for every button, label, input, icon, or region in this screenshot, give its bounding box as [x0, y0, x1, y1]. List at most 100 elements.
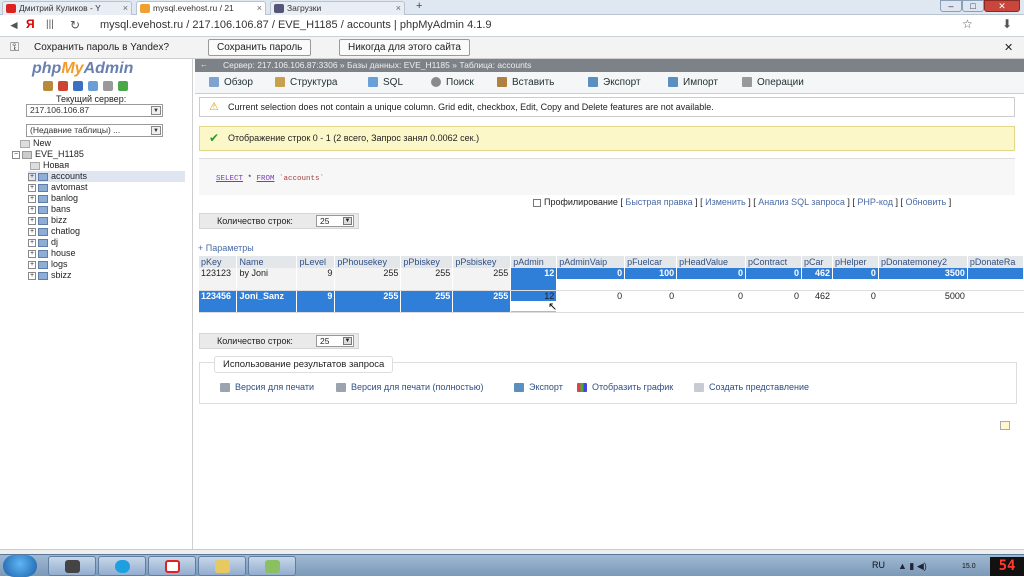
close-icon[interactable]: ✕: [1004, 41, 1013, 54]
table-cell[interactable]: by Joni: [236, 268, 298, 291]
sidebar-table-accounts[interactable]: + accounts: [28, 171, 185, 182]
column-header[interactable]: pAdminVaip: [556, 256, 626, 268]
clock[interactable]: 15.0: [962, 563, 976, 570]
taskbar-app-samp[interactable]: [48, 556, 96, 576]
column-header[interactable]: pPhousekey: [334, 256, 402, 268]
close-icon[interactable]: ×: [123, 2, 128, 15]
sidebar-table-bans[interactable]: + bans: [28, 204, 71, 215]
expand-icon[interactable]: +: [28, 205, 36, 214]
tab-import[interactable]: Импорт: [668, 77, 718, 88]
taskbar-app-notepad[interactable]: [248, 556, 296, 576]
back-arrow-icon[interactable]: ←: [200, 60, 208, 69]
help-icon[interactable]: [73, 81, 83, 91]
expand-icon[interactable]: +: [28, 172, 36, 181]
new-tab-button[interactable]: +: [416, 0, 422, 12]
expand-icon[interactable]: +: [28, 249, 36, 258]
column-header[interactable]: pHeadValue: [676, 256, 747, 268]
tab-browse[interactable]: Обзор: [209, 77, 253, 88]
column-header[interactable]: pAdmin: [510, 256, 558, 268]
close-icon[interactable]: ×: [396, 2, 401, 15]
home-icon[interactable]: [43, 81, 53, 91]
column-header[interactable]: pLevel: [296, 256, 336, 268]
server-select[interactable]: 217.106.106.87 ▼: [26, 104, 163, 117]
table-cell[interactable]: 9: [296, 268, 336, 291]
table-cell[interactable]: 0: [745, 268, 802, 291]
table-cell[interactable]: 123123: [199, 268, 238, 291]
table-cell[interactable]: 255: [400, 268, 454, 291]
downloads-arrow-icon[interactable]: ⬇: [1002, 17, 1012, 31]
table-cell[interactable]: 0: [745, 290, 802, 313]
tab-insert[interactable]: Вставить: [497, 77, 554, 88]
table-cell[interactable]: 0: [556, 268, 626, 291]
tree-new-database[interactable]: New: [20, 138, 51, 149]
php-code-link[interactable]: PHP-код: [857, 197, 893, 207]
tree-database[interactable]: − EVE_H1185: [12, 149, 84, 160]
browser-tab-youtube[interactable]: Дмитрий Куликов - Y ×: [2, 1, 132, 15]
display-chart-link[interactable]: Отобразить график: [577, 382, 673, 393]
tab-export[interactable]: Экспорт: [588, 77, 641, 88]
refresh-link[interactable]: Обновить: [905, 197, 946, 207]
phpmyadmin-logo[interactable]: phpMyAdmin: [32, 60, 133, 78]
console-icon[interactable]: [1000, 421, 1010, 430]
expand-icon[interactable]: +: [28, 227, 36, 236]
language-indicator[interactable]: RU: [872, 560, 885, 570]
column-header[interactable]: pDonatemoney2: [878, 256, 968, 268]
edit-link[interactable]: Изменить: [705, 197, 746, 207]
sidebar-table-sbizz[interactable]: + sbizz: [28, 270, 72, 281]
sidebar-table-house[interactable]: + house: [28, 248, 76, 259]
table-cell[interactable]: 255: [334, 268, 402, 291]
column-header[interactable]: Name: [236, 256, 298, 268]
sidebar-table-logs[interactable]: + logs: [28, 259, 68, 270]
browser-tab-phpmyadmin[interactable]: mysql.evehost.ru / 21 ×: [136, 1, 266, 15]
table-cell[interactable]: 12: [510, 268, 558, 291]
taskbar-app-skype[interactable]: [98, 556, 146, 576]
browser-tab-downloads[interactable]: Загрузки ×: [270, 1, 405, 15]
never-for-site-button[interactable]: Никогда для этого сайта: [339, 39, 470, 56]
table-cell[interactable]: [967, 290, 1024, 313]
table-cell[interactable]: 9: [296, 290, 336, 313]
table-cell[interactable]: 100: [624, 268, 678, 291]
table-cell[interactable]: 0: [832, 290, 879, 313]
back-icon[interactable]: ◄: [8, 18, 20, 32]
sidebar-table-avtomast[interactable]: + avtomast: [28, 182, 88, 193]
table-cell[interactable]: 5000: [878, 290, 968, 313]
analyze-sql-link[interactable]: Анализ SQL запроса: [758, 197, 845, 207]
quick-edit-link[interactable]: Быстрая правка: [625, 197, 692, 207]
url-field[interactable]: mysql.evehost.ru / 217.106.106.87 / EVE_…: [100, 19, 492, 31]
table-cell[interactable]: 255: [452, 290, 512, 313]
sidebar-table-chatlog[interactable]: + chatlog: [28, 226, 80, 237]
column-header[interactable]: pContract: [745, 256, 802, 268]
minimize-button[interactable]: –: [940, 0, 962, 12]
column-header[interactable]: pDonateRa: [967, 256, 1024, 268]
table-row[interactable]: 123456 Joni_Sanz 9 255 255 255 12 0 0 0 …: [199, 290, 1024, 313]
reload-icon[interactable]: ↻: [70, 18, 80, 32]
expand-icon[interactable]: +: [28, 238, 36, 247]
taskbar-app-explorer[interactable]: [198, 556, 246, 576]
table-cell[interactable]: 3500: [878, 268, 968, 291]
table-cell[interactable]: 255: [400, 290, 454, 313]
column-header[interactable]: pPsbiskey: [452, 256, 512, 268]
table-cell[interactable]: 255: [452, 268, 512, 291]
table-cell[interactable]: 462: [801, 268, 833, 291]
row-count-select[interactable]: 25 ▼: [316, 215, 354, 227]
table-cell[interactable]: 0: [676, 268, 747, 291]
column-header[interactable]: pFuelcar: [624, 256, 678, 268]
menu-icon[interactable]: |||: [46, 19, 54, 30]
table-cell[interactable]: 462: [801, 290, 833, 313]
print-view-link[interactable]: Версия для печати: [220, 382, 314, 393]
sidebar-table-dj[interactable]: + dj: [28, 237, 58, 248]
recent-tables-select[interactable]: (Недавние таблицы) ... ▼: [26, 124, 163, 137]
tab-structure[interactable]: Структура: [275, 77, 337, 88]
breadcrumb[interactable]: Сервер: 217.106.106.87:3306 » Базы данны…: [195, 59, 1024, 72]
table-cell[interactable]: 0: [556, 290, 626, 313]
expand-icon[interactable]: +: [28, 271, 36, 280]
tab-operations[interactable]: Операции: [742, 77, 804, 88]
column-header[interactable]: pCar: [801, 256, 833, 268]
settings-icon[interactable]: [103, 81, 113, 91]
expand-icon[interactable]: +: [28, 183, 36, 192]
window-close-button[interactable]: ✕: [984, 0, 1020, 12]
table-cell[interactable]: 0: [676, 290, 747, 313]
table-cell[interactable]: Joni_Sanz: [236, 290, 298, 313]
tree-new-table[interactable]: Новая: [30, 160, 69, 171]
table-cell[interactable]: 123456: [199, 290, 238, 313]
